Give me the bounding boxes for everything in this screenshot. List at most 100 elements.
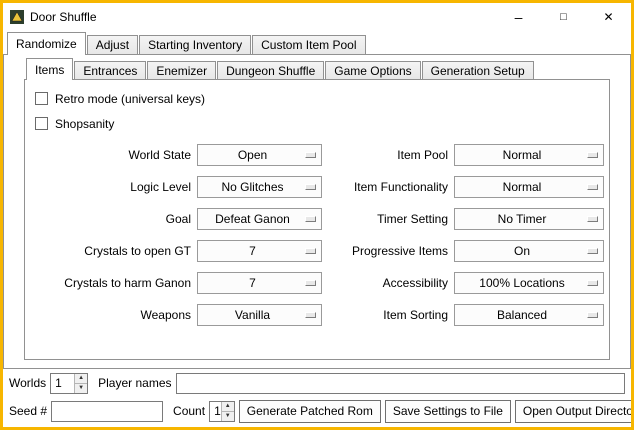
shopsanity-checkbox-row[interactable]: Shopsanity: [35, 111, 603, 136]
tab-randomize[interactable]: Randomize: [7, 32, 86, 55]
dropdown-indicator-icon: [587, 312, 598, 318]
outer-tab-bar: Randomize Adjust Starting Inventory Cust…: [3, 31, 631, 54]
dropdown-value: Vanilla: [235, 308, 284, 322]
save-settings-button[interactable]: Save Settings to File: [385, 400, 511, 423]
goal-label: Goal: [31, 212, 191, 226]
tab-game-options[interactable]: Game Options: [325, 61, 420, 79]
logic-level-label: Logic Level: [31, 180, 191, 194]
window-controls: – □ ✕: [496, 3, 631, 31]
open-output-directory-button[interactable]: Open Output Directory: [515, 400, 634, 423]
player-names-input[interactable]: [176, 373, 626, 394]
logic-level-dropdown[interactable]: No Glitches: [197, 176, 322, 198]
dropdown-indicator-icon: [587, 152, 598, 158]
dropdown-value: Balanced: [497, 308, 561, 322]
count-spinbox[interactable]: 1 ▲ ▼: [209, 401, 235, 422]
dropdown-value: 7: [249, 244, 270, 258]
crystals-open-gt-label: Crystals to open GT: [31, 244, 191, 258]
inner-notebook: Items Entrances Enemizer Dungeon Shuffle…: [24, 57, 610, 360]
worlds-spin-down-icon[interactable]: ▼: [75, 383, 87, 393]
seed-row: Seed # Count 1 ▲ ▼ Generate Patched Rom …: [9, 399, 625, 423]
shopsanity-label: Shopsanity: [55, 117, 114, 131]
crystals-harm-ganon-label: Crystals to harm Ganon: [31, 276, 191, 290]
worlds-label: Worlds: [9, 376, 46, 390]
worlds-spinbox[interactable]: 1 ▲ ▼: [50, 373, 88, 394]
worlds-spin-up-icon[interactable]: ▲: [75, 374, 87, 383]
dropdown-indicator-icon: [305, 216, 316, 222]
accessibility-dropdown[interactable]: 100% Locations: [454, 272, 604, 294]
count-value[interactable]: 1: [210, 402, 221, 421]
world-state-label: World State: [31, 148, 191, 162]
weapons-label: Weapons: [31, 308, 191, 322]
seed-label: Seed #: [9, 404, 47, 418]
retro-mode-checkbox[interactable]: [35, 92, 48, 105]
dropdown-value: No Glitches: [221, 180, 297, 194]
dropdown-indicator-icon: [305, 280, 316, 286]
maximize-button[interactable]: □: [541, 3, 586, 31]
tab-enemizer[interactable]: Enemizer: [147, 61, 216, 79]
dropdown-indicator-icon: [305, 248, 316, 254]
generate-patched-rom-button[interactable]: Generate Patched Rom: [239, 400, 381, 423]
options-grid: World State Open Item Pool Normal Logic …: [31, 144, 603, 326]
count-spin-arrows: ▲ ▼: [221, 402, 234, 421]
dropdown-indicator-icon: [587, 248, 598, 254]
progressive-items-label: Progressive Items: [328, 244, 448, 258]
timer-setting-label: Timer Setting: [328, 212, 448, 226]
progressive-items-dropdown[interactable]: On: [454, 240, 604, 262]
worlds-value[interactable]: 1: [51, 374, 74, 393]
dropdown-value: Normal: [503, 180, 556, 194]
item-functionality-dropdown[interactable]: Normal: [454, 176, 604, 198]
timer-setting-dropdown[interactable]: No Timer: [454, 208, 604, 230]
shopsanity-checkbox[interactable]: [35, 117, 48, 130]
item-pool-dropdown[interactable]: Normal: [454, 144, 604, 166]
player-names-label: Player names: [98, 376, 171, 390]
dropdown-indicator-icon: [587, 184, 598, 190]
dropdown-value: No Timer: [498, 212, 561, 226]
tab-adjust[interactable]: Adjust: [87, 35, 138, 54]
app-window: Door Shuffle – □ ✕ Randomize Adjust Star…: [0, 0, 634, 430]
weapons-dropdown[interactable]: Vanilla: [197, 304, 322, 326]
retro-mode-label: Retro mode (universal keys): [55, 92, 205, 106]
worlds-spin-arrows: ▲ ▼: [74, 374, 87, 393]
dropdown-indicator-icon: [305, 184, 316, 190]
count-label: Count: [173, 404, 205, 418]
tab-custom-item-pool[interactable]: Custom Item Pool: [252, 35, 365, 54]
count-spin-up-icon[interactable]: ▲: [222, 402, 234, 411]
count-spin-down-icon[interactable]: ▼: [222, 411, 234, 421]
dropdown-value: On: [514, 244, 544, 258]
seed-input[interactable]: [51, 401, 163, 422]
dropdown-value: 7: [249, 276, 270, 290]
bottom-bar: Worlds 1 ▲ ▼ Player names Seed # Count 1…: [3, 369, 631, 427]
item-pool-label: Item Pool: [328, 148, 448, 162]
app-icon: [9, 9, 25, 25]
tab-generation-setup[interactable]: Generation Setup: [422, 61, 534, 79]
dropdown-value: Open: [238, 148, 281, 162]
world-state-dropdown[interactable]: Open: [197, 144, 322, 166]
window-title: Door Shuffle: [30, 10, 97, 24]
dropdown-value: Normal: [503, 148, 556, 162]
dropdown-value: Defeat Ganon: [215, 212, 304, 226]
randomize-panel: Items Entrances Enemizer Dungeon Shuffle…: [3, 54, 631, 369]
tab-items[interactable]: Items: [26, 58, 73, 80]
dropdown-indicator-icon: [587, 280, 598, 286]
worlds-row: Worlds 1 ▲ ▼ Player names: [9, 371, 625, 395]
dropdown-indicator-icon: [587, 216, 598, 222]
item-sorting-label: Item Sorting: [328, 308, 448, 322]
dropdown-value: 100% Locations: [479, 276, 578, 290]
crystals-open-gt-dropdown[interactable]: 7: [197, 240, 322, 262]
items-panel: Retro mode (universal keys) Shopsanity W…: [24, 79, 610, 360]
tab-dungeon-shuffle[interactable]: Dungeon Shuffle: [217, 61, 324, 79]
accessibility-label: Accessibility: [328, 276, 448, 290]
crystals-harm-ganon-dropdown[interactable]: 7: [197, 272, 322, 294]
minimize-button[interactable]: –: [496, 3, 541, 31]
item-sorting-dropdown[interactable]: Balanced: [454, 304, 604, 326]
title-bar[interactable]: Door Shuffle – □ ✕: [3, 3, 631, 31]
tab-starting-inventory[interactable]: Starting Inventory: [139, 35, 251, 54]
close-button[interactable]: ✕: [586, 3, 631, 31]
inner-tab-bar: Items Entrances Enemizer Dungeon Shuffle…: [24, 57, 610, 79]
goal-dropdown[interactable]: Defeat Ganon: [197, 208, 322, 230]
dropdown-indicator-icon: [305, 312, 316, 318]
item-functionality-label: Item Functionality: [328, 180, 448, 194]
tab-entrances[interactable]: Entrances: [74, 61, 146, 79]
retro-mode-checkbox-row[interactable]: Retro mode (universal keys): [35, 86, 603, 111]
dropdown-indicator-icon: [305, 152, 316, 158]
